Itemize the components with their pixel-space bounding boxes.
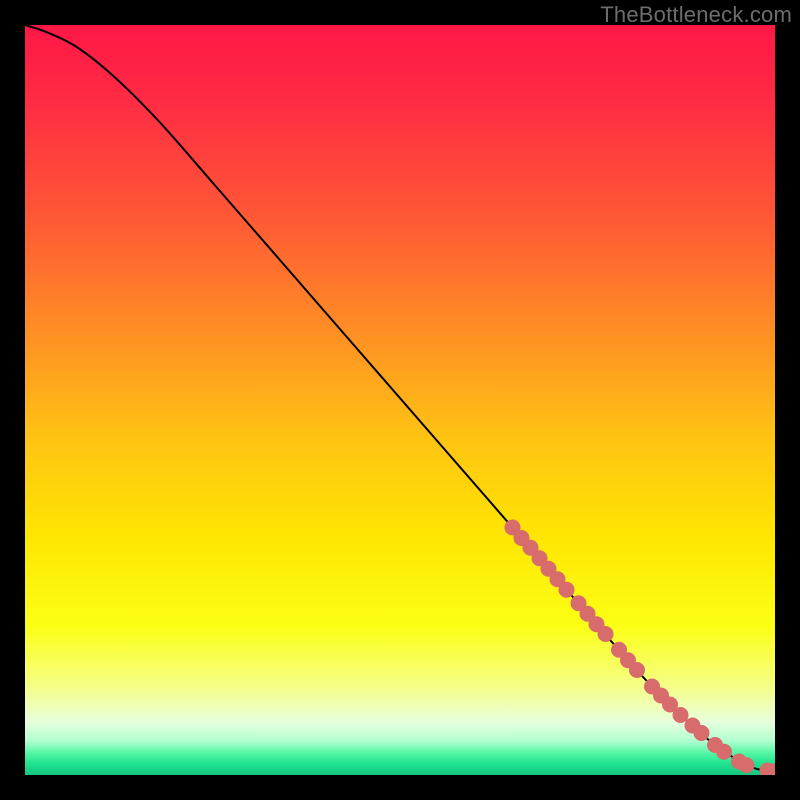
gradient-background xyxy=(25,25,775,775)
data-marker xyxy=(629,662,645,678)
data-marker xyxy=(673,707,689,723)
data-marker xyxy=(716,744,732,760)
chart-stage: TheBottleneck.com xyxy=(0,0,800,800)
data-marker xyxy=(694,725,710,741)
data-marker xyxy=(598,626,614,642)
data-marker xyxy=(559,582,575,598)
plot-area xyxy=(25,25,775,775)
chart-svg xyxy=(25,25,775,775)
data-marker xyxy=(739,757,755,773)
